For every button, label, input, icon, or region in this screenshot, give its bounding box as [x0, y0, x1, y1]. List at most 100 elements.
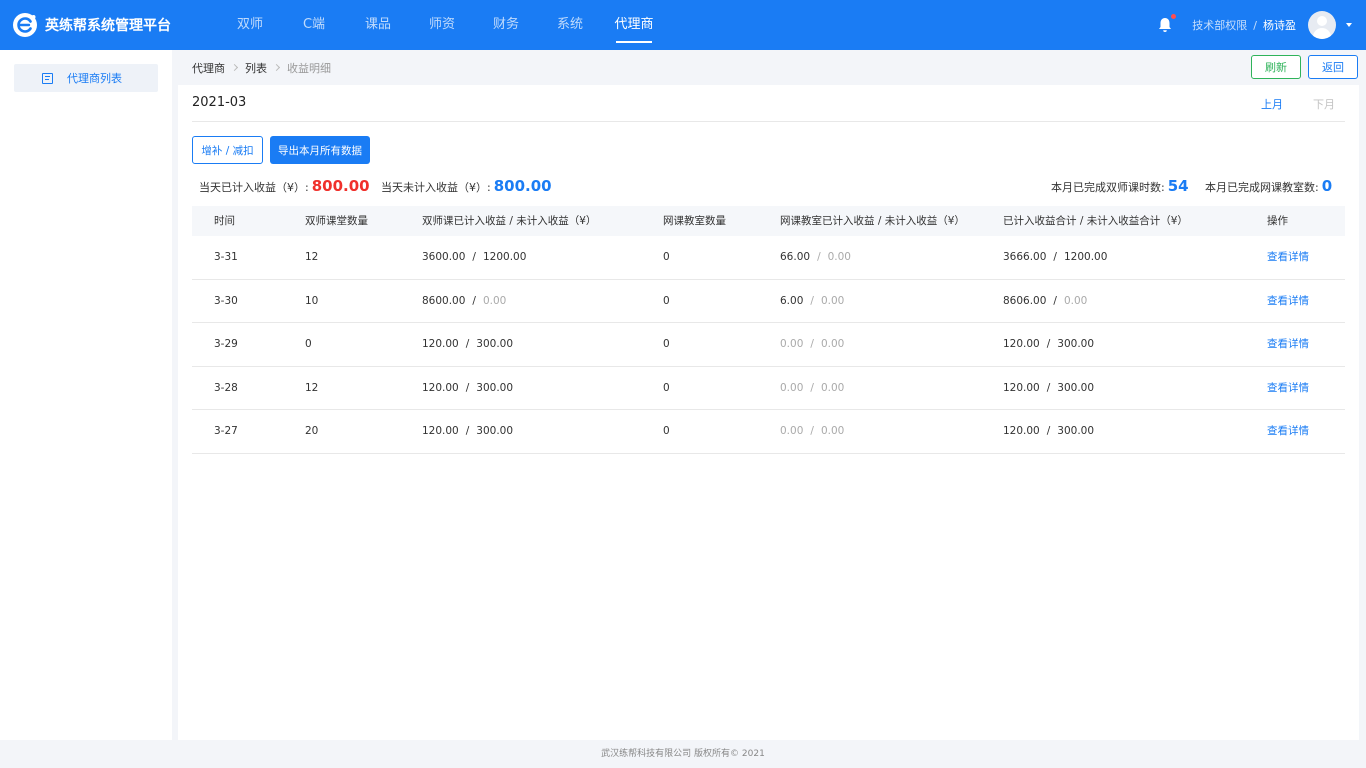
nav-tab-agent[interactable]: 代理商: [602, 0, 666, 50]
income-counted: 120.00: [422, 381, 459, 394]
view-details-link[interactable]: 查看详情: [1267, 410, 1309, 453]
table-row: 3-29 0 120.00/300.00 0 0.00/0.00 120.00/…: [192, 323, 1345, 367]
nav-tab-dual-teacher[interactable]: 双师: [218, 0, 282, 50]
stat-month-online-rooms: 本月已完成网课教室数: 0: [1205, 177, 1332, 195]
income-table: 时间 双师课堂数量 双师课已计入收益 / 未计入收益（¥） 网课教室数量 网课教…: [192, 206, 1345, 454]
top-bar: 英练帮系统管理平台 双师 C端 课品 师资 财务 系统 代理商 技术部权限 / …: [0, 0, 1366, 50]
income-uncounted: 0.00: [1063, 294, 1088, 307]
cell-date: 3-30: [214, 294, 238, 307]
income-uncounted: 0.00: [827, 251, 851, 263]
income-counted: 3600.00: [422, 251, 466, 263]
income-uncounted: 0.00: [482, 294, 507, 307]
income-counted: 120.00: [422, 425, 459, 437]
page-actions: 刷新 返回: [1251, 55, 1358, 79]
cell-dual-income: 120.00/300.00: [422, 425, 514, 437]
cell-dual-count: 20: [305, 425, 319, 437]
breadcrumb-agent[interactable]: 代理商: [192, 60, 225, 76]
income-uncounted: 300.00: [1057, 425, 1095, 437]
nav-tab-system[interactable]: 系统: [538, 0, 602, 50]
table-header: 时间 双师课堂数量 双师课已计入收益 / 未计入收益（¥） 网课教室数量 网课教…: [192, 206, 1345, 236]
stat-label: 本月已完成双师课时数:: [1051, 181, 1165, 194]
income-counted: 0.00: [780, 381, 804, 394]
cell-dual-count: 0: [305, 338, 312, 350]
breadcrumb-bar: 代理商 列表 收益明细 刷新 返回: [172, 50, 1366, 85]
cell-online-income: 0.00/0.00: [780, 425, 845, 437]
adjust-button[interactable]: 增补 / 减扣: [192, 136, 263, 164]
income-uncounted: 0.00: [820, 381, 845, 394]
nav-tab-c-end[interactable]: C端: [282, 0, 346, 50]
stat-label: 当天已计入收益（¥）:: [199, 181, 309, 194]
column-header: 双师课堂数量: [305, 215, 368, 227]
cell-online-count: 0: [663, 251, 670, 263]
column-header: 网课教室已计入收益 / 未计入收益（¥）: [780, 215, 965, 227]
user-department: 技术部权限: [1192, 19, 1248, 32]
income-uncounted: 300.00: [1057, 381, 1095, 394]
user-separator: /: [1253, 18, 1257, 32]
stat-month-dual-hours: 本月已完成双师课时数: 54: [1051, 177, 1189, 195]
export-button[interactable]: 导出本月所有数据: [270, 136, 370, 164]
cell-online-income: 0.00/0.00: [780, 338, 845, 350]
cell-dual-count: 12: [305, 251, 319, 263]
cell-dual-count: 10: [305, 294, 319, 307]
sidebar: 代理商列表: [0, 50, 172, 740]
cell-total-income: 120.00/300.00: [1003, 338, 1095, 350]
chevron-right-icon: [230, 63, 239, 72]
refresh-button[interactable]: 刷新: [1251, 55, 1301, 79]
cell-online-count: 0: [663, 338, 670, 350]
column-header: 网课教室数量: [663, 215, 726, 227]
chevron-right-icon: [272, 63, 281, 72]
user-area: 技术部权限 / 杨诗盈: [1156, 0, 1366, 50]
table-row: 3-27 20 120.00/300.00 0 0.00/0.00 120.00…: [192, 410, 1345, 454]
next-month-link[interactable]: 下月: [1313, 96, 1335, 112]
cell-total-income: 3666.00/1200.00: [1003, 251, 1108, 263]
nav-tab-teachers[interactable]: 师资: [410, 0, 474, 50]
table-row: 3-28 12 120.00/300.00 0 0.00/0.00 120.00…: [192, 367, 1345, 410]
avatar-head: [1317, 16, 1327, 26]
main-panel: 2021-03 上月 下月 增补 / 减扣 导出本月所有数据 当天已计入收益（¥…: [178, 85, 1359, 740]
view-details-link[interactable]: 查看详情: [1267, 236, 1309, 279]
view-details-link[interactable]: 查看详情: [1267, 367, 1309, 410]
stat-label: 本月已完成网课教室数:: [1205, 181, 1319, 194]
sidebar-item-agent-list[interactable]: 代理商列表: [14, 64, 158, 92]
cell-online-count: 0: [663, 294, 670, 307]
stat-today-counted: 当天已计入收益（¥）: 800.00: [199, 177, 370, 195]
income-uncounted: 300.00: [476, 338, 514, 350]
income-counted: 8600.00: [422, 294, 466, 307]
income-counted: 66.00: [780, 251, 811, 263]
stat-value: 0: [1321, 177, 1333, 195]
chevron-down-icon[interactable]: [1346, 23, 1352, 27]
stat-today-uncounted: 当天未计入收益（¥）: 800.00: [381, 177, 552, 195]
breadcrumb-current: 收益明细: [287, 61, 331, 75]
cell-online-income: 66.00/0.00: [780, 251, 851, 263]
income-counted: 120.00: [1003, 381, 1040, 394]
view-details-link[interactable]: 查看详情: [1267, 323, 1309, 366]
income-uncounted: 0.00: [820, 338, 845, 350]
prev-month-link[interactable]: 上月: [1261, 96, 1283, 112]
user-name: 杨诗盈: [1263, 19, 1296, 32]
breadcrumb-list[interactable]: 列表: [245, 60, 267, 76]
cell-dual-income: 120.00/300.00: [422, 381, 514, 394]
income-counted: 3666.00: [1003, 251, 1047, 263]
view-details-link[interactable]: 查看详情: [1267, 280, 1309, 323]
avatar-body: [1313, 28, 1331, 39]
breadcrumb: 代理商 列表 收益明细: [192, 60, 331, 76]
back-button[interactable]: 返回: [1308, 55, 1358, 79]
table-row: 3-31 12 3600.00/1200.00 0 66.00/0.00 366…: [192, 236, 1345, 280]
income-counted: 120.00: [1003, 338, 1040, 350]
app-logo[interactable]: 英练帮系统管理平台: [0, 12, 200, 38]
income-counted: 0.00: [780, 338, 804, 350]
nav-tab-courses[interactable]: 课品: [346, 0, 410, 50]
avatar[interactable]: [1308, 11, 1336, 39]
cell-total-income: 8606.00/0.00: [1003, 294, 1088, 307]
cell-dual-income: 120.00/300.00: [422, 338, 514, 350]
column-header: 时间: [214, 215, 235, 227]
stat-label: 当天未计入收益（¥）:: [381, 181, 491, 194]
income-uncounted: 0.00: [820, 294, 845, 307]
table-row: 3-30 10 8600.00/0.00 0 6.00/0.00 8606.00…: [192, 280, 1345, 323]
column-header: 操作: [1267, 215, 1288, 227]
nav-tab-finance[interactable]: 财务: [474, 0, 538, 50]
bell-icon[interactable]: [1156, 14, 1177, 34]
cell-online-income: 6.00/0.00: [780, 294, 845, 307]
cell-dual-count: 12: [305, 381, 319, 394]
cell-date: 3-31: [214, 251, 238, 263]
